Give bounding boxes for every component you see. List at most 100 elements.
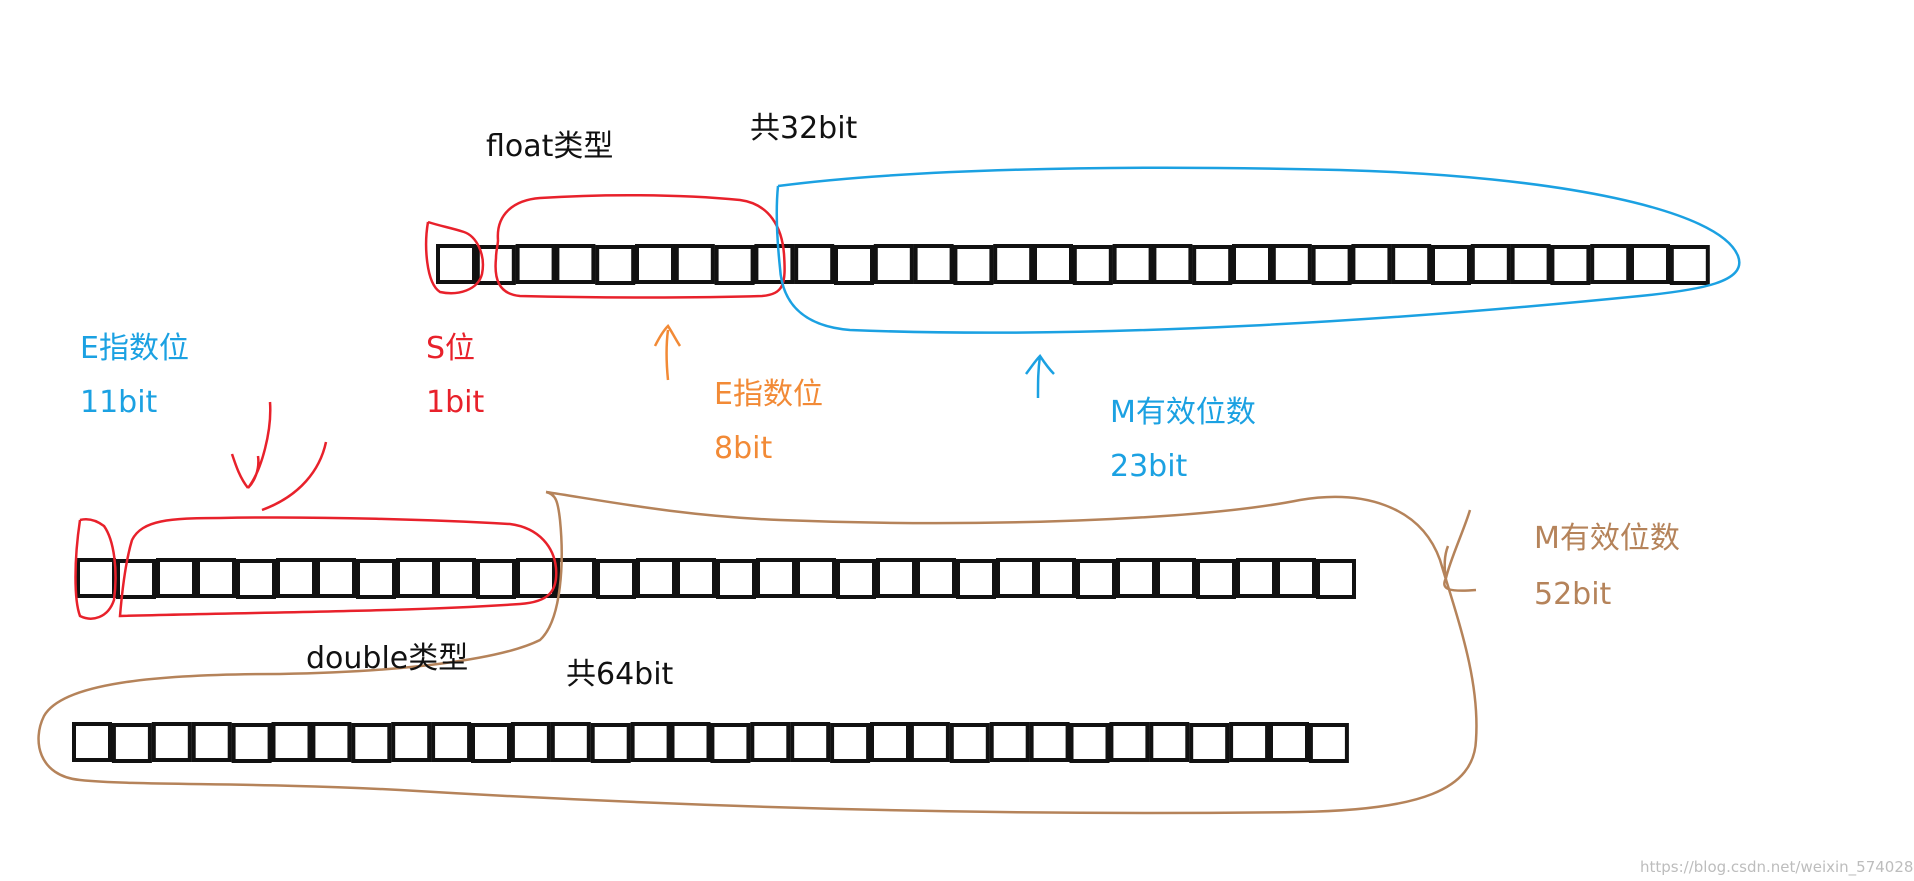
double-exponent-arrow <box>230 401 272 489</box>
double-bit-cell-row2-14 <box>630 722 671 762</box>
double-bit-cell-row2-25 <box>1069 723 1110 763</box>
double-bit-cell-row2-18 <box>790 722 831 762</box>
float-bit-cell-12 <box>913 244 954 284</box>
double-bit-cell-row2-10 <box>471 723 511 763</box>
double-bit-cell-row1-4 <box>236 559 276 599</box>
double-bit-cell-row1-14 <box>636 558 676 598</box>
float-bit-cell-14 <box>993 244 1034 284</box>
double-bit-cell-row2-16 <box>710 723 751 763</box>
float-title: float类型 <box>486 129 613 164</box>
double-bit-cell-row2-20 <box>870 722 910 762</box>
float-bit-cell-11 <box>873 244 914 284</box>
float-bit-cell-23 <box>1351 244 1392 284</box>
double-total: 共64bit <box>566 657 674 692</box>
float-bit-cell-27 <box>1510 244 1551 284</box>
float-bit-cell-26 <box>1470 244 1511 284</box>
float-bit-cell-5 <box>635 244 675 284</box>
double-bit-cell-row1-8 <box>396 558 436 598</box>
double-bit-cell-row1-28 <box>1196 559 1236 599</box>
double-bit-cell-row1-5 <box>276 558 316 598</box>
float-bit-cell-22 <box>1311 245 1352 285</box>
double-bit-cell-row2-26 <box>1109 722 1150 762</box>
double-bit-cell-row1-18 <box>796 558 836 598</box>
float-bit-cell-30 <box>1630 244 1670 284</box>
double-bit-cell-row2-2 <box>151 722 192 762</box>
double-bit-cell-row1-11 <box>516 558 556 598</box>
float-bit-cell-2 <box>515 244 556 284</box>
double-mantissa-bits: 52bit <box>1534 577 1612 612</box>
float-bit-cell-7 <box>714 245 755 285</box>
float-bit-cell-18 <box>1152 244 1193 284</box>
double-bit-cell-row2-8 <box>391 722 432 762</box>
float-sign-bits: 1bit <box>426 385 484 420</box>
float-bit-cell-0 <box>436 244 476 284</box>
double-mantissa-outline <box>37 490 1478 815</box>
double-exponent-label: E指数位 <box>80 331 189 366</box>
double-bit-cell-row1-2 <box>156 558 196 598</box>
double-bit-cell-row1-20 <box>876 558 916 598</box>
double-bit-cell-row2-17 <box>750 722 791 762</box>
float-bit-cell-3 <box>555 244 596 284</box>
watermark: https://blog.csdn.net/weixin_57402822 <box>1640 858 1914 877</box>
double-mantissa-label: M有效位数 <box>1534 521 1680 556</box>
double-bit-cell-row2-31 <box>1308 723 1349 763</box>
double-bit-cell-row1-27 <box>1156 558 1196 598</box>
double-exponent-bits: 11bit <box>80 385 158 420</box>
float-bit-cell-25 <box>1431 245 1471 285</box>
double-bit-cell-row2-15 <box>670 722 711 762</box>
float-mantissa-label: M有效位数 <box>1110 395 1256 430</box>
float-bit-cell-15 <box>1033 244 1073 284</box>
float-bit-cell-24 <box>1391 244 1432 284</box>
double-bit-cell-row1-0 <box>76 558 116 598</box>
double-bit-cell-row2-24 <box>1029 722 1070 762</box>
float-mantissa-arrow <box>1024 354 1055 399</box>
float-bit-cell-31 <box>1669 245 1710 285</box>
double-bit-cell-row1-6 <box>316 558 356 598</box>
double-bit-cell-row2-5 <box>271 722 312 762</box>
double-bit-cell-row2-6 <box>311 722 352 762</box>
double-exponent-arrow-2 <box>261 441 328 512</box>
double-bit-cell-row1-17 <box>756 558 796 598</box>
double-bit-cell-row1-26 <box>1116 558 1156 598</box>
float-bit-cell-8 <box>754 244 795 284</box>
double-bit-cell-row2-28 <box>1189 723 1230 763</box>
double-bit-cell-row1-7 <box>356 559 396 599</box>
double-bit-cell-row1-29 <box>1236 558 1276 598</box>
double-bit-cell-row1-10 <box>476 559 516 599</box>
float-exponent-bits: 8bit <box>714 431 772 466</box>
double-bit-cell-row2-7 <box>351 723 392 763</box>
double-bit-cell-row2-23 <box>989 722 1030 762</box>
float-bit-cell-19 <box>1192 245 1233 285</box>
double-bit-cell-row2-9 <box>431 722 472 762</box>
double-bit-cell-row1-9 <box>436 558 476 598</box>
float-bit-cell-17 <box>1112 244 1153 284</box>
double-bit-cell-row2-11 <box>510 722 551 762</box>
float-bit-cell-20 <box>1232 244 1272 284</box>
float-double-bit-layout-diagram: float类型 共32bit S位 1bit E指数位 8bit M有效位数 2… <box>37 111 1914 877</box>
double-bit-row-2 <box>72 722 1349 763</box>
float-bit-cell-28 <box>1550 245 1591 285</box>
double-bit-cell-row1-23 <box>996 558 1036 598</box>
float-total: 共32bit <box>750 111 858 146</box>
double-bit-cell-row2-0 <box>72 722 112 762</box>
double-bit-cell-row2-21 <box>909 722 950 762</box>
double-bit-cell-row1-31 <box>1316 559 1356 599</box>
double-bit-cell-row2-12 <box>550 722 591 762</box>
double-bit-cell-row1-13 <box>596 559 636 599</box>
float-bit-cell-9 <box>794 244 835 284</box>
float-bit-cell-6 <box>674 244 715 284</box>
float-bit-cell-10 <box>834 245 874 285</box>
float-bit-cell-13 <box>953 245 994 285</box>
double-bit-cell-row2-4 <box>231 723 272 763</box>
double-bit-cell-row1-12 <box>556 558 596 598</box>
double-bit-cell-row1-30 <box>1276 558 1316 598</box>
double-bit-cell-row1-16 <box>716 559 756 599</box>
double-bit-cell-row2-30 <box>1269 722 1309 762</box>
double-bit-row-1 <box>76 558 1356 599</box>
double-bit-cell-row1-3 <box>196 558 236 598</box>
double-bit-cell-row2-1 <box>111 723 152 763</box>
float-sign-label: S位 <box>426 331 475 366</box>
double-bit-cell-row1-25 <box>1076 559 1116 599</box>
float-exponent-arrow <box>653 324 682 381</box>
double-bit-cell-row2-29 <box>1229 722 1270 762</box>
